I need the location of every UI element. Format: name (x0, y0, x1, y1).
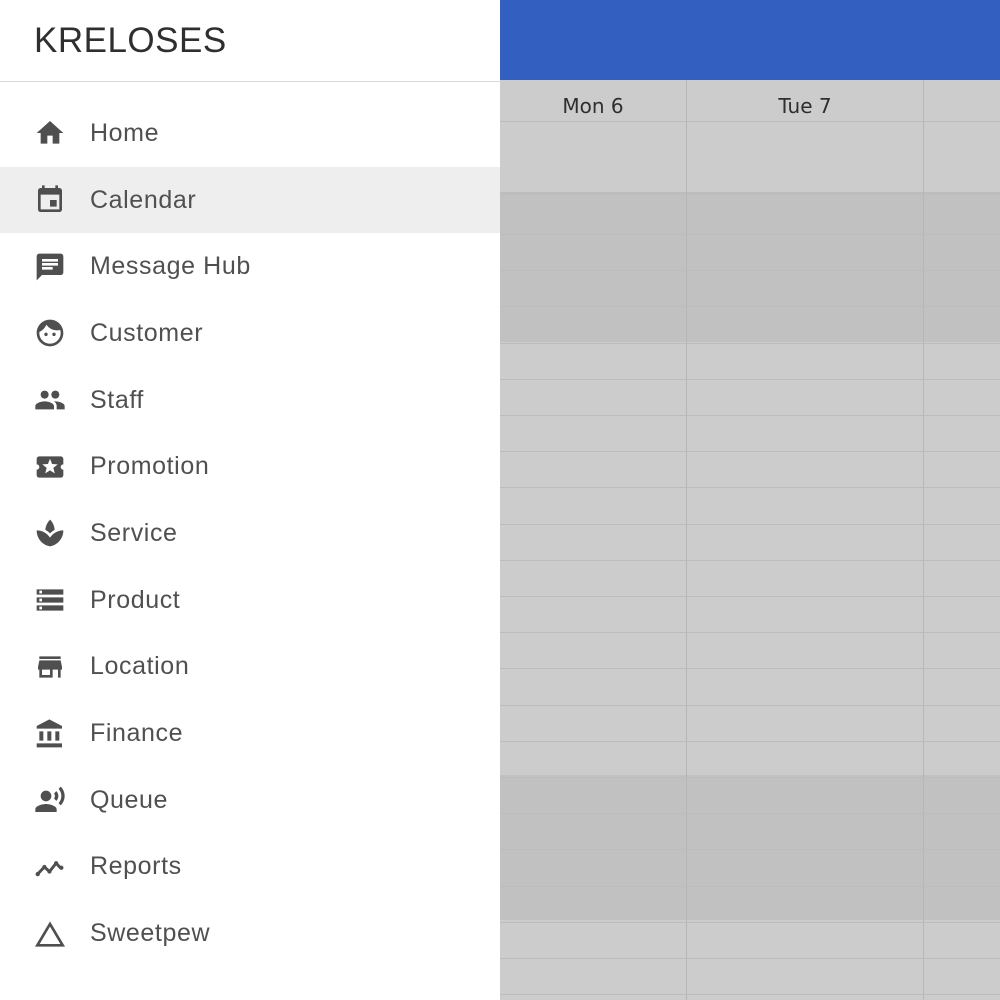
face-icon (34, 317, 66, 349)
time-slot-line (500, 560, 1000, 561)
nav-item-label: Product (90, 585, 181, 614)
day-header-label: Tue 7 (778, 94, 832, 118)
nav-item-label: Sweetpew (90, 919, 211, 948)
time-slot-line (500, 415, 1000, 416)
trend-line-icon (34, 851, 66, 883)
time-slot-line (500, 270, 1000, 271)
time-slot-line (500, 668, 1000, 669)
time-slot-line (500, 487, 1000, 488)
nav-item-staff[interactable]: Staff (0, 367, 500, 434)
nav-item-service[interactable]: Service (0, 500, 500, 567)
nav-item-sweetpew[interactable]: Sweetpew (0, 900, 500, 967)
storage-icon (34, 584, 66, 616)
nav-item-product[interactable]: Product (0, 567, 500, 634)
navigation-drawer: KRELOSES Home Calendar Message Hub Custo… (0, 0, 500, 1000)
time-slot-line (500, 451, 1000, 452)
time-slot-line (500, 922, 1000, 923)
nav-item-customer[interactable]: Customer (0, 300, 500, 367)
header-divider (500, 121, 1000, 122)
nav-item-label: Queue (90, 785, 169, 814)
top-app-bar (500, 0, 1000, 80)
nav-item-label: Calendar (90, 185, 197, 214)
nav-list: Home Calendar Message Hub Customer Staff (0, 82, 500, 967)
day-header-mon[interactable]: Mon 6 (500, 80, 686, 122)
store-icon (34, 651, 66, 683)
nav-item-calendar[interactable]: Calendar (0, 166, 500, 234)
nav-item-message-hub[interactable]: Message Hub (0, 233, 500, 300)
ticket-star-icon (34, 451, 66, 483)
time-slot-line (500, 632, 1000, 633)
off-hours-band (500, 195, 1000, 342)
voice-person-icon (34, 784, 66, 816)
calendar-week-view: Mon 6 Tue 7 (500, 80, 1000, 1000)
nav-item-queue[interactable]: Queue (0, 767, 500, 834)
day-column-divider (686, 80, 687, 1000)
time-slot-line (500, 958, 1000, 959)
bank-icon (34, 718, 66, 750)
triangle-icon (34, 918, 66, 950)
time-slot-line (500, 379, 1000, 380)
drawer-header: KRELOSES (0, 0, 500, 82)
time-slot-line (500, 234, 1000, 235)
nav-item-label: Customer (90, 318, 204, 347)
spa-icon (34, 517, 66, 549)
all-day-divider (500, 192, 1000, 195)
time-slot-line (500, 596, 1000, 597)
day-header-tue[interactable]: Tue 7 (686, 80, 924, 122)
day-header-label: Mon 6 (562, 94, 624, 118)
time-slot-line (500, 813, 1000, 814)
nav-item-label: Location (90, 652, 190, 681)
time-slot-line (500, 777, 1000, 778)
nav-item-location[interactable]: Location (0, 634, 500, 701)
brand-title: KRELOSES (34, 20, 227, 60)
time-slot-line (500, 886, 1000, 887)
time-slot-line (500, 849, 1000, 850)
calendar-icon (34, 184, 66, 216)
time-slot-line (500, 994, 1000, 995)
nav-item-promotion[interactable]: Promotion (0, 433, 500, 500)
nav-item-reports[interactable]: Reports (0, 834, 500, 901)
time-slot-line (500, 741, 1000, 742)
nav-item-label: Home (90, 118, 160, 147)
day-column-divider (923, 80, 924, 1000)
message-icon (34, 251, 66, 283)
nav-item-label: Service (90, 518, 178, 547)
nav-item-label: Reports (90, 852, 182, 881)
nav-item-home[interactable]: Home (0, 100, 500, 167)
nav-item-label: Finance (90, 719, 184, 748)
nav-item-label: Promotion (90, 452, 210, 481)
off-hours-band (500, 775, 1000, 920)
time-slot-line (500, 705, 1000, 706)
time-slot-line (500, 524, 1000, 525)
nav-item-finance[interactable]: Finance (0, 700, 500, 767)
time-slot-line (500, 343, 1000, 344)
time-slot-line (500, 306, 1000, 307)
nav-item-label: Message Hub (90, 252, 251, 281)
nav-item-label: Staff (90, 385, 144, 414)
home-icon (34, 117, 66, 149)
people-icon (34, 384, 66, 416)
